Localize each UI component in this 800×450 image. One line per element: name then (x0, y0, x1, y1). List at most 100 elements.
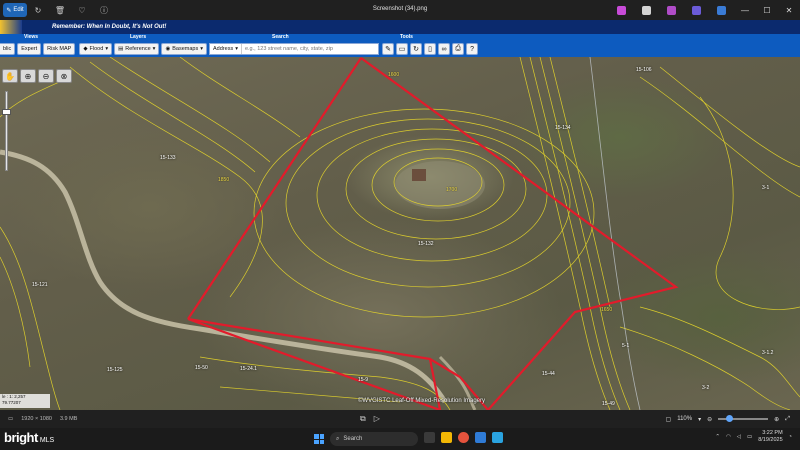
pinned-apps (424, 432, 503, 443)
parcel-label: 15-106 (636, 67, 652, 73)
zoom-in-plus-icon[interactable]: ⊕ (774, 416, 779, 423)
minimize-icon[interactable]: — (734, 0, 756, 20)
contour-label: 1600 (388, 72, 400, 78)
edit-label: Edit (13, 7, 24, 13)
fit-window-icon[interactable]: ▢ (666, 416, 672, 423)
task-view-icon[interactable] (424, 432, 435, 443)
parcel-boundary-edge (187, 57, 362, 320)
print-icon[interactable]: ⎙ (452, 43, 465, 55)
copilot-icon[interactable] (617, 5, 626, 15)
search-type-select[interactable]: Address ▾ (210, 44, 242, 54)
basemaps-label: Basemaps (172, 46, 199, 52)
map-nav-controls: ✋ ⊕ ⊖ ⊗ (2, 69, 72, 83)
banner-tagline: Remember: When In Doubt, It's Not Out! (52, 24, 167, 30)
zoom-out-icon[interactable]: ⊖ (38, 69, 54, 83)
address-search-input[interactable] (241, 44, 352, 54)
chevron-down-icon: ▾ (235, 46, 238, 52)
comment-icon[interactable]: ▭ (396, 43, 409, 55)
document-icon[interactable]: ▯ (424, 43, 437, 55)
parcel-label: 15-24.1 (240, 366, 257, 372)
photos-icon[interactable] (492, 432, 503, 443)
reference-layer-button[interactable]: ▤ Reference ▾ (114, 43, 160, 55)
file-info: ▭ 1920 × 1080 3.9 MB (8, 416, 77, 422)
chevron-up-icon[interactable]: ⌃ (715, 434, 720, 440)
file-explorer-icon[interactable] (441, 432, 452, 443)
public-view-button[interactable]: blic (0, 43, 16, 55)
share-icon[interactable] (642, 5, 651, 15)
contour-label: 1850 (218, 177, 230, 183)
draw-pencil-icon[interactable]: ✎ (382, 43, 395, 55)
flood-layer-icon: ◆ (83, 46, 88, 52)
wifi-icon[interactable]: ◠ (726, 434, 731, 440)
contour-label: 1650 (601, 307, 613, 313)
chrome-icon[interactable] (458, 432, 469, 443)
crop-icon[interactable]: ⧉ (360, 414, 366, 424)
zoom-level[interactable]: 110% (677, 416, 692, 422)
clock[interactable]: 3:22 PM 8/19/2025 (758, 430, 782, 444)
riskmap-view-button[interactable]: Risk MAP (43, 43, 76, 55)
chevron-down-icon: ▾ (105, 46, 109, 52)
parcel-label: 5-1 (622, 343, 630, 349)
bright-mls-watermark: bright MLS (4, 430, 54, 445)
notification-icon[interactable]: ◔ (789, 434, 792, 440)
chevron-down-icon: ▾ (200, 46, 204, 52)
search-type-label: Address (213, 46, 234, 52)
public-view-label: blic (3, 46, 12, 52)
refresh-icon[interactable]: ↻ (410, 43, 423, 55)
wv-logo (0, 20, 22, 34)
full-extent-icon[interactable]: ⊗ (56, 69, 72, 83)
designer-icon[interactable] (692, 5, 701, 15)
layers-section-label: Layers (130, 34, 147, 40)
contour-lines (0, 57, 800, 410)
close-icon[interactable]: ✕ (778, 0, 800, 20)
favorite-icon[interactable]: ♡ (71, 0, 93, 20)
help-icon[interactable]: ? (466, 43, 479, 55)
basemaps-button[interactable]: ◉ Basemaps ▾ (161, 43, 208, 55)
battery-icon[interactable]: ▭ (747, 434, 752, 440)
chevron-down-icon[interactable]: ▾ (698, 416, 701, 423)
onedrive-icon[interactable] (717, 5, 726, 15)
chevron-down-icon: ▾ (152, 46, 156, 52)
contour-label: 1700 (446, 187, 458, 193)
image-zoom-slider[interactable] (718, 415, 769, 422)
info-icon[interactable]: ⓘ (93, 0, 115, 20)
filmstrip-icon[interactable]: ▭ (8, 416, 13, 422)
mail-icon[interactable] (475, 432, 486, 443)
title-bar-right: — ☐ ✕ (609, 0, 800, 20)
windows-start-icon[interactable] (314, 434, 324, 444)
clock-time: 3:22 PM (762, 430, 783, 436)
zoom-slider-thumb[interactable] (2, 109, 11, 115)
expert-view-button[interactable]: Expert (17, 43, 42, 55)
edit-button[interactable]: ✎ Edit (3, 3, 27, 17)
map-view[interactable]: 15-106 15-134 15-133 15-132 15-121 15-50… (0, 57, 800, 410)
fullscreen-icon[interactable]: ⤢ (785, 416, 790, 423)
clock-date: 8/19/2025 (758, 437, 783, 443)
zoom-out-minus-icon[interactable]: ⊖ (707, 416, 712, 423)
edit-icon: ✎ (6, 7, 12, 14)
globe-icon: ◉ (165, 46, 171, 52)
parcel-label: 15-132 (418, 241, 434, 247)
pan-hand-icon[interactable]: ✋ (2, 69, 18, 83)
zoom-controls: ▢ 110% ▾ ⊖ ⊕ ⤢ (666, 410, 790, 428)
flood-layer-label: Flood (89, 46, 104, 52)
maximize-icon[interactable]: ☐ (756, 0, 778, 20)
zoom-in-icon[interactable]: ⊕ (20, 69, 36, 83)
link-icon[interactable]: ∞ (438, 43, 451, 55)
windows-taskbar: bright MLS ⌕ Search ⌃ ◠ ◁ ▭ 3:22 PM 8/19/… (0, 428, 800, 450)
parcel-label: 3-1.2 (762, 350, 774, 356)
slideshow-icon[interactable]: ▷ (374, 414, 380, 424)
brand-sub-text: MLS (39, 437, 55, 444)
flood-layer-button[interactable]: ◆ Flood ▾ (79, 43, 113, 55)
house-structure (412, 169, 426, 181)
title-bar: ✎ Edit ↻ 🗑 ♡ ⓘ Screenshot (34).png — ☐ ✕ (0, 0, 800, 20)
map-toolbar: blic Expert Risk MAP ◆ Flood ▾ ▤ Referen… (0, 41, 800, 57)
clipchamp-icon[interactable] (667, 5, 676, 15)
rotate-icon[interactable]: ↻ (27, 0, 49, 20)
volume-icon[interactable]: ◁ (737, 434, 741, 440)
system-tray: ⌃ ◠ ◁ ▭ 3:22 PM 8/19/2025 ◔ (715, 430, 792, 444)
taskbar-search[interactable]: ⌕ Search (330, 432, 418, 446)
photos-app-window: ✎ Edit ↻ 🗑 ♡ ⓘ Screenshot (34).png — ☐ ✕… (0, 0, 800, 450)
search-section-label: Search (272, 34, 289, 40)
zoom-slider-track[interactable] (5, 91, 8, 171)
delete-icon[interactable]: 🗑 (49, 0, 71, 20)
